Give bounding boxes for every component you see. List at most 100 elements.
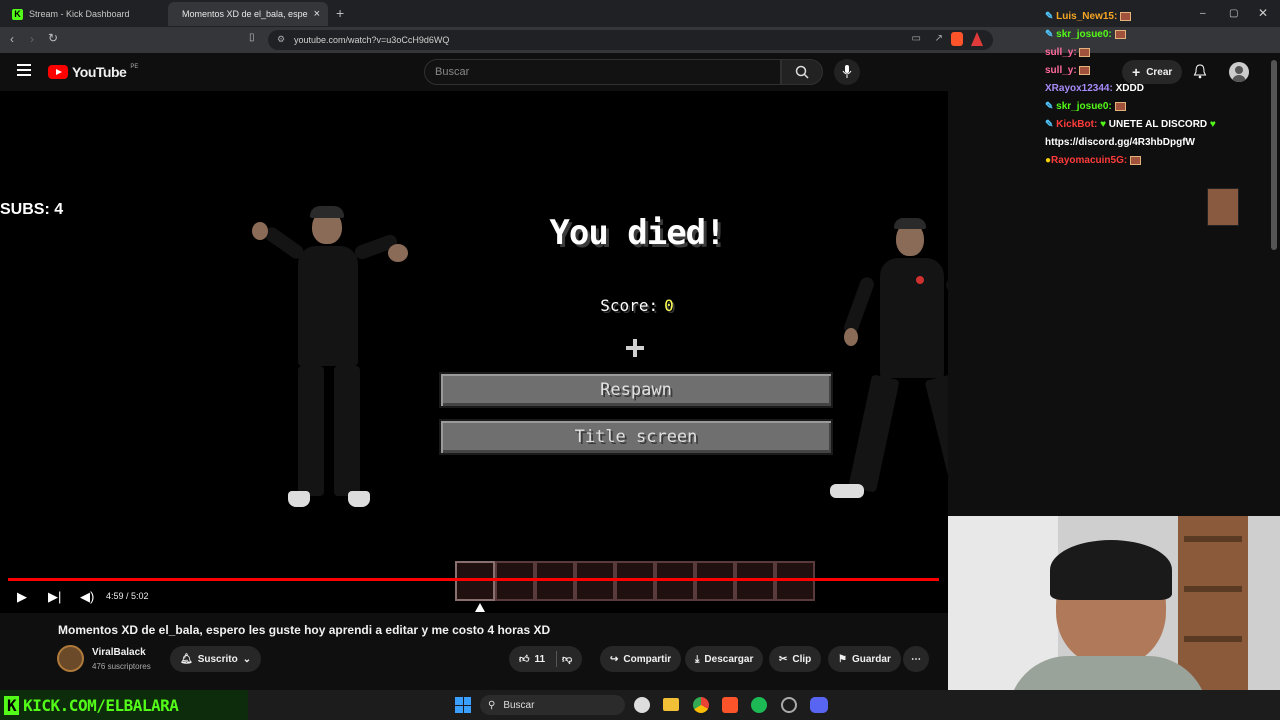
score-value: 0 [664, 296, 674, 315]
hotbar-slot [615, 561, 655, 601]
back-icon[interactable]: ‹ [10, 32, 14, 46]
subscribed-button[interactable]: 🔔︎ Suscrito ⌄ [170, 646, 262, 672]
thumbs-up-icon: 👍︎ [519, 654, 530, 665]
chat-message-link: https://discord.gg/4R3hbDpgfW [1045, 137, 1195, 148]
chat-message: sull_y: [1045, 44, 1280, 62]
chat-message: XRayox12344: XDDD [1045, 83, 1144, 94]
chat-emote-icon [1207, 188, 1239, 226]
hotbar-slot [575, 561, 615, 601]
like-count: 11 [534, 653, 546, 665]
tab-label: Momentos XD de el_bala, espe [182, 9, 308, 19]
clip-button[interactable]: ✂ Clip [769, 646, 822, 672]
new-tab-icon[interactable]: + [336, 5, 344, 21]
brave-shields-icon[interactable] [951, 32, 963, 46]
dancing-person-right [830, 216, 948, 501]
close-window-icon[interactable]: ✕ [1258, 6, 1268, 20]
save-label: Guardar [851, 653, 891, 665]
share-page-icon[interactable]: ↗ [935, 33, 943, 44]
volume-icon[interactable]: ◀) [80, 589, 94, 605]
death-title: You died! [549, 213, 725, 253]
bookmark-icon[interactable]: ▯ [249, 32, 255, 43]
progress-bar[interactable] [8, 578, 939, 581]
search-icon: ⚲ [488, 699, 496, 711]
download-label: Descargar [704, 653, 754, 665]
divider [556, 651, 558, 667]
share-button[interactable]: ↪ Compartir [600, 646, 682, 672]
close-tab-icon[interactable]: × [314, 8, 320, 20]
minimize-icon[interactable]: – [1200, 8, 1206, 19]
menu-icon[interactable] [17, 64, 31, 76]
scissors-icon: ✂ [779, 653, 788, 665]
search-button[interactable] [781, 59, 823, 85]
download-button[interactable]: ⤓ Descargar [685, 646, 764, 672]
share-icon: ↪ [610, 653, 619, 665]
emote-icon [1114, 29, 1126, 39]
chat-message: sull_y: [1045, 62, 1280, 80]
save-button[interactable]: ⚑ Guardar [828, 646, 901, 672]
chat-message: ✎ skr_josue0: [1045, 26, 1280, 44]
search-icon [795, 65, 809, 79]
next-video-icon[interactable]: ▶| [48, 589, 61, 605]
maximize-icon[interactable]: ▢ [1229, 8, 1238, 19]
youtube-play-logo-icon [48, 65, 68, 79]
logo-text: YouTube [72, 64, 127, 80]
hotbar-slot [775, 561, 815, 601]
title-screen-button[interactable]: Title screen [439, 419, 833, 455]
address-bar[interactable]: ⚙ youtube.com/watch?v=u3oCcH9d6WQ ▭ ↗ [268, 30, 993, 50]
dancing-person-left [250, 206, 420, 516]
kick-url: KICK.COM/ELBALARA [23, 695, 179, 715]
spotify-icon[interactable] [751, 697, 767, 713]
tab-label: Stream - Kick Dashboard [29, 9, 130, 19]
tab-kick-dashboard[interactable]: K Stream - Kick Dashboard [4, 2, 166, 26]
search-input[interactable]: Buscar [424, 59, 781, 85]
taskbar-search-label: Buscar [503, 699, 535, 711]
discord-icon[interactable] [810, 697, 828, 713]
forward-icon[interactable]: › [30, 32, 34, 46]
clock-app-icon[interactable] [634, 697, 650, 713]
brave-rewards-icon[interactable] [971, 32, 983, 46]
file-explorer-icon[interactable] [663, 698, 679, 711]
emote-icon [1129, 155, 1141, 165]
reload-icon[interactable]: ↻ [48, 31, 58, 45]
chrome-icon[interactable] [693, 697, 709, 713]
mouse-cursor-icon [475, 603, 485, 612]
tab-youtube-video[interactable]: Momentos XD de el_bala, espe × [168, 2, 328, 26]
chat-message: ✎ skr_josue0: [1045, 98, 1280, 116]
emote-icon [1079, 65, 1091, 75]
kick-channel-banner: K KICK.COM/ELBALARA [0, 690, 248, 720]
country-code: PE [130, 64, 139, 70]
save-icon: ⚑ [838, 653, 847, 665]
play-icon[interactable]: ▶ [17, 589, 27, 605]
respawn-button[interactable]: Respawn [439, 372, 833, 408]
video-player[interactable]: SUBS: 4 You died! Score: 0 Respawn Title… [0, 91, 948, 613]
youtube-logo[interactable]: YouTube PE [48, 64, 138, 80]
channel-avatar[interactable] [57, 645, 84, 672]
taskbar-search[interactable]: ⚲ Buscar [480, 695, 625, 715]
kick-logo-icon: K [4, 695, 20, 715]
subscriber-count: 476 suscriptores [92, 662, 151, 671]
minecraft-hotbar [455, 561, 815, 603]
bell-icon: 🔔︎ [180, 653, 193, 665]
voice-search-button[interactable] [834, 59, 860, 85]
chat-message: ✎ KickBot: ♥ UNETE AL DISCORD ♥ [1045, 119, 1216, 130]
more-actions-button[interactable]: ⋯ [903, 646, 929, 672]
brave-browser-icon[interactable] [722, 697, 738, 713]
score-display: Score: 0 [440, 296, 834, 315]
hotbar-slot [735, 561, 775, 601]
time-display: 4:59 / 5:02 [106, 591, 149, 601]
subscribed-label: Suscrito [197, 653, 238, 665]
chat-message: ●Rayomacuin5G: [1045, 152, 1280, 170]
more-icon: ⋯ [911, 653, 921, 665]
site-info-icon[interactable]: ⚙ [277, 34, 285, 45]
subs-counter-overlay: SUBS: 4 [0, 201, 64, 218]
like-button[interactable]: 👍︎ 11 👎︎ [509, 646, 583, 672]
hotbar-slot [655, 561, 695, 601]
thumbs-down-icon[interactable]: 👎︎ [562, 653, 572, 665]
cast-icon[interactable]: ▭ [912, 33, 921, 44]
clip-label: Clip [792, 653, 812, 665]
url-text: youtube.com/watch?v=u3oCcH9d6WQ [294, 35, 450, 45]
windows-start-icon[interactable] [455, 697, 471, 713]
microphone-icon [842, 65, 852, 78]
channel-name[interactable]: ViralBalack [92, 647, 146, 658]
obs-icon[interactable] [781, 697, 797, 713]
